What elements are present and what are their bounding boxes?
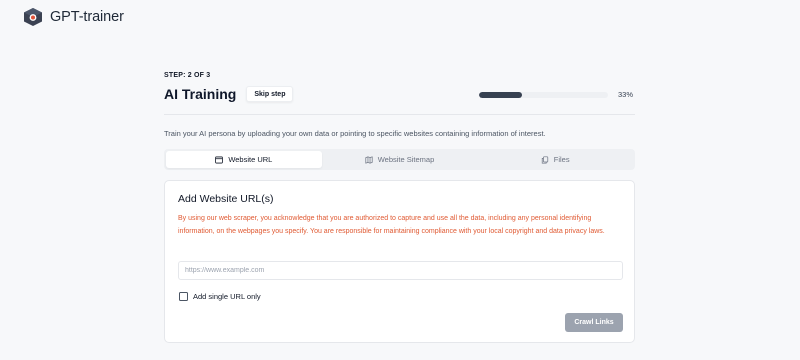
- website-url-input[interactable]: [178, 261, 623, 280]
- crawl-links-button[interactable]: Crawl Links: [565, 313, 623, 332]
- single-url-checkbox[interactable]: [179, 292, 188, 301]
- divider: [164, 114, 635, 115]
- tab-label: Website URL: [228, 155, 273, 164]
- page-title: AI Training: [164, 86, 237, 102]
- sitemap-icon: [365, 155, 373, 164]
- progress: 33%: [479, 90, 633, 99]
- progress-bar: [479, 91, 608, 98]
- tab-label: Website Sitemap: [377, 155, 435, 164]
- tab-website-url[interactable]: Website URL: [166, 151, 322, 168]
- tab-bar: Website URL Website Sitemap Files: [164, 149, 635, 170]
- skip-step-button[interactable]: Skip step: [246, 86, 294, 102]
- progress-text: 33%: [618, 90, 634, 99]
- tab-website-sitemap[interactable]: Website Sitemap: [322, 151, 478, 168]
- add-url-card: Add Website URL(s) By using our web scra…: [164, 180, 635, 343]
- step-label: STEP: 2 OF 3: [164, 72, 211, 79]
- logo[interactable]: GPT-trainer: [22, 7, 124, 27]
- description: Train your AI persona by uploading your …: [164, 129, 546, 138]
- scraper-disclaimer: By using our web scraper, you acknowledg…: [178, 215, 605, 235]
- progress-bar-fill: [479, 91, 522, 98]
- checkbox-label: Add single URL only: [193, 292, 261, 301]
- single-url-option[interactable]: Add single URL only: [179, 292, 261, 301]
- browser-window-icon: [215, 156, 224, 163]
- title-row: AI Training Skip step 33%: [164, 82, 635, 106]
- card-title: Add Website URL(s): [178, 193, 274, 205]
- logo-icon: [24, 8, 42, 26]
- page: GPT-trainer STEP: 2 OF 3 AI Training Ski…: [0, 0, 800, 360]
- logo-text: GPT-trainer: [50, 9, 124, 25]
- tab-files[interactable]: Files: [477, 151, 633, 168]
- tab-label: Files: [553, 155, 570, 164]
- files-icon: [541, 155, 548, 164]
- main-content: STEP: 2 OF 3 AI Training Skip step 33% T…: [164, 72, 635, 343]
